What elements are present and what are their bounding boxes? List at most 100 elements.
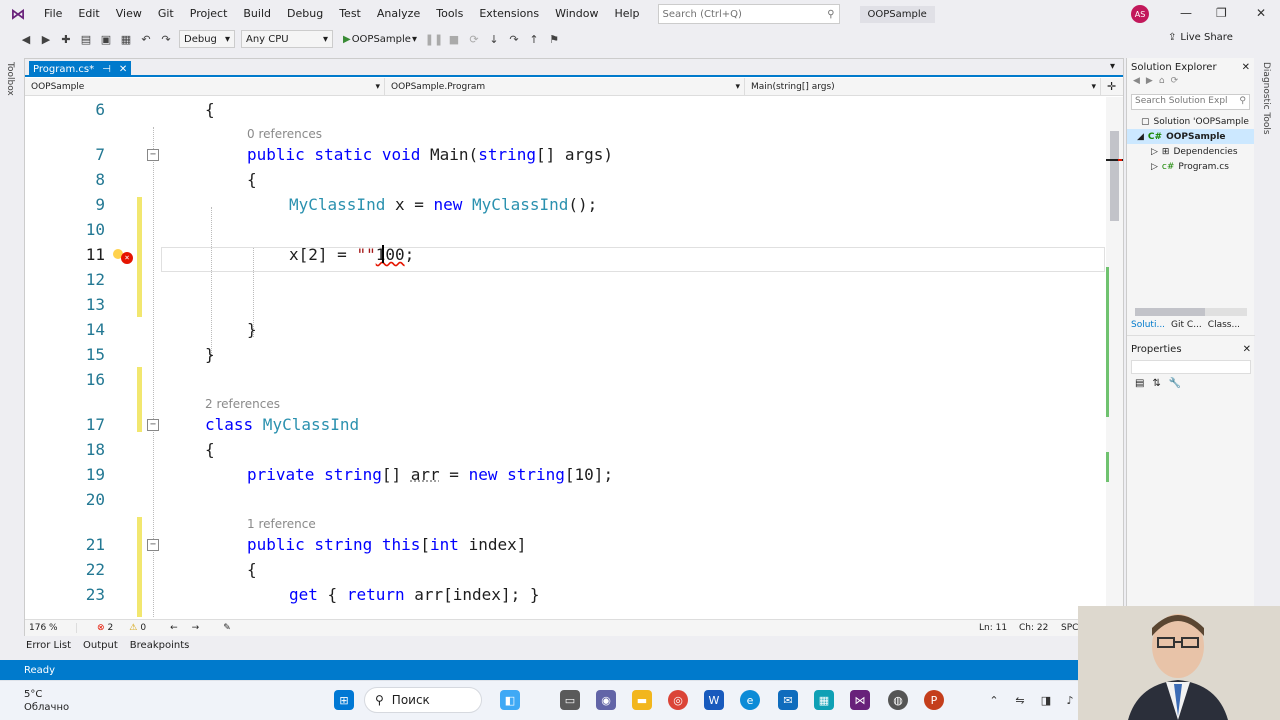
menu-view[interactable]: View (108, 0, 150, 28)
live-share-button[interactable]: ⇪ Live Share (1168, 32, 1233, 43)
restart-icon[interactable]: ⟳ (466, 31, 482, 47)
collapse-toggle[interactable]: − (147, 538, 159, 551)
codelens-references[interactable]: 2 references (205, 397, 280, 411)
pane-close-icon[interactable]: ✕ (1243, 344, 1251, 355)
home-icon[interactable]: ⌂ (1159, 76, 1165, 92)
microphone-icon[interactable]: ♪ (1060, 690, 1080, 710)
tree-item-program-cs[interactable]: ▷ c# Program.cs (1127, 159, 1254, 174)
menu-build[interactable]: Build (235, 0, 279, 28)
tray-app-icon[interactable]: ◨ (1036, 690, 1056, 710)
save-icon[interactable]: ▣ (98, 31, 114, 47)
menu-project[interactable]: Project (182, 0, 236, 28)
undo-icon[interactable]: ↶ (138, 31, 154, 47)
step-over-icon[interactable]: ↷ (506, 31, 522, 47)
type-nav-dropdown[interactable]: OOPSample.Program ▾ (385, 78, 745, 95)
minimize-icon[interactable]: — (1180, 6, 1192, 20)
bookmark-icon[interactable]: ⚑ (546, 31, 562, 47)
pane-close-icon[interactable]: ✕ (1242, 62, 1250, 73)
close-icon[interactable]: ✕ (119, 64, 127, 75)
tab-class-view[interactable]: Class... (1208, 320, 1240, 335)
nav-back-icon[interactable]: ← (146, 623, 178, 633)
word-icon[interactable]: W (704, 690, 724, 710)
step-into-icon[interactable]: ↓ (486, 31, 502, 47)
menu-debug[interactable]: Debug (279, 0, 331, 28)
expand-icon[interactable]: ▷ (1151, 162, 1158, 172)
visual-studio-taskbar-icon[interactable]: ⋈ (850, 690, 870, 710)
collapse-toggle[interactable]: − (147, 148, 159, 161)
scrollbar-thumb[interactable] (1135, 308, 1205, 316)
start-icon[interactable]: ⊞ (334, 690, 354, 710)
sync-icon[interactable]: ⟳ (1171, 76, 1179, 92)
expand-icon[interactable]: ◢ (1137, 132, 1144, 142)
forward-icon[interactable]: ▶ (1146, 76, 1153, 92)
close-window-icon[interactable]: ✕ (1256, 6, 1266, 20)
property-pages-icon[interactable]: 🔧 (1169, 378, 1181, 389)
solution-search-input[interactable]: Search Solution Expl ⚲ (1131, 94, 1250, 110)
avatar[interactable]: AS (1131, 5, 1149, 23)
menu-tools[interactable]: Tools (428, 0, 471, 28)
member-nav-dropdown[interactable]: Main(string[] args) ▾ (745, 78, 1101, 95)
start-debugging-button[interactable]: ▶ OOPSample ▾ (339, 30, 421, 48)
diagnostic-tools-tab[interactable]: Diagnostic Tools (1261, 62, 1271, 135)
tab-list-chevron-icon[interactable]: ▾ (1110, 61, 1115, 72)
forward-icon[interactable]: ▶ (38, 31, 54, 47)
app-icon[interactable]: ◍ (888, 690, 908, 710)
menu-file[interactable]: File (36, 0, 70, 28)
project-nav-dropdown[interactable]: OOPSample ▾ (25, 78, 385, 95)
save-all-icon[interactable]: ▦ (118, 31, 134, 47)
codelens-references[interactable]: 1 reference (247, 517, 316, 531)
chrome-icon[interactable]: ◎ (668, 690, 688, 710)
menu-help[interactable]: Help (606, 0, 647, 28)
tab-program-cs[interactable]: Program.cs* ⊣ ✕ (29, 61, 132, 77)
tray-chevron-icon[interactable]: ⌃ (984, 690, 1004, 710)
split-icon[interactable]: ✛ (1101, 78, 1122, 95)
codelens-references[interactable]: 0 references (247, 127, 322, 141)
errors-count[interactable]: 2 (105, 623, 114, 633)
scrollbar-thumb[interactable] (1110, 131, 1119, 221)
menu-extensions[interactable]: Extensions (471, 0, 547, 28)
tab-breakpoints[interactable]: Breakpoints (130, 640, 190, 651)
toolbox-tab[interactable]: Toolbox (5, 62, 15, 96)
tab-error-list[interactable]: Error List (26, 640, 71, 651)
alphabetical-icon[interactable]: ⇅ (1152, 378, 1160, 389)
menu-test[interactable]: Test (331, 0, 369, 28)
search-input[interactable]: Search (Ctrl+Q) ⚲ (657, 4, 840, 24)
categorized-icon[interactable]: ▤ (1135, 378, 1144, 389)
menu-git[interactable]: Git (150, 0, 182, 28)
warnings-count[interactable]: 0 (137, 623, 146, 633)
brush-icon[interactable]: ✎ (199, 623, 231, 633)
pin-icon[interactable]: ⊣ (102, 64, 111, 75)
edge-icon[interactable]: e (740, 690, 760, 710)
menu-analyze[interactable]: Analyze (369, 0, 428, 28)
teams-icon[interactable]: ◉ (596, 690, 616, 710)
restore-icon[interactable]: ❐ (1216, 6, 1227, 20)
step-out-icon[interactable]: ↑ (526, 31, 542, 47)
pause-icon[interactable]: ❚❚ (425, 31, 443, 47)
open-icon[interactable]: ▤ (78, 31, 94, 47)
file-explorer-icon[interactable]: ▬ (632, 690, 652, 710)
menu-edit[interactable]: Edit (70, 0, 107, 28)
calculator-icon[interactable]: ▦ (814, 690, 834, 710)
configuration-dropdown[interactable]: Debug ▾ (179, 30, 235, 48)
code-text-area[interactable]: 6 { 0 references 7 − public static void … (25, 97, 1105, 617)
widgets-icon[interactable]: ◧ (500, 690, 520, 710)
zoom-dropdown[interactable]: 176 % (25, 623, 77, 633)
stop-icon[interactable]: ■ (446, 31, 462, 47)
redo-icon[interactable]: ↷ (158, 31, 174, 47)
back-icon[interactable]: ◀ (1133, 76, 1140, 92)
properties-object-dropdown[interactable] (1131, 360, 1251, 374)
powerpoint-icon[interactable]: P (924, 690, 944, 710)
taskbar-search[interactable]: ⚲ Поиск (364, 687, 482, 713)
platform-dropdown[interactable]: Any CPU ▾ (241, 30, 333, 48)
tree-item-project[interactable]: ◢ C# OOPSample (1127, 129, 1254, 144)
tab-output[interactable]: Output (83, 640, 118, 651)
nav-forward-icon[interactable]: → (178, 623, 200, 633)
weather-widget[interactable]: 5°C Облачно (24, 688, 69, 714)
menu-window[interactable]: Window (547, 0, 606, 28)
back-icon[interactable]: ◀ (18, 31, 34, 47)
vertical-scrollbar[interactable] (1106, 97, 1123, 617)
mail-icon[interactable]: ✉ (778, 690, 798, 710)
expand-icon[interactable]: ▷ (1151, 147, 1158, 157)
tree-item-dependencies[interactable]: ▷ ⊞ Dependencies (1127, 144, 1254, 159)
tree-item-solution[interactable]: ▢ Solution 'OOPSample (1127, 114, 1254, 129)
